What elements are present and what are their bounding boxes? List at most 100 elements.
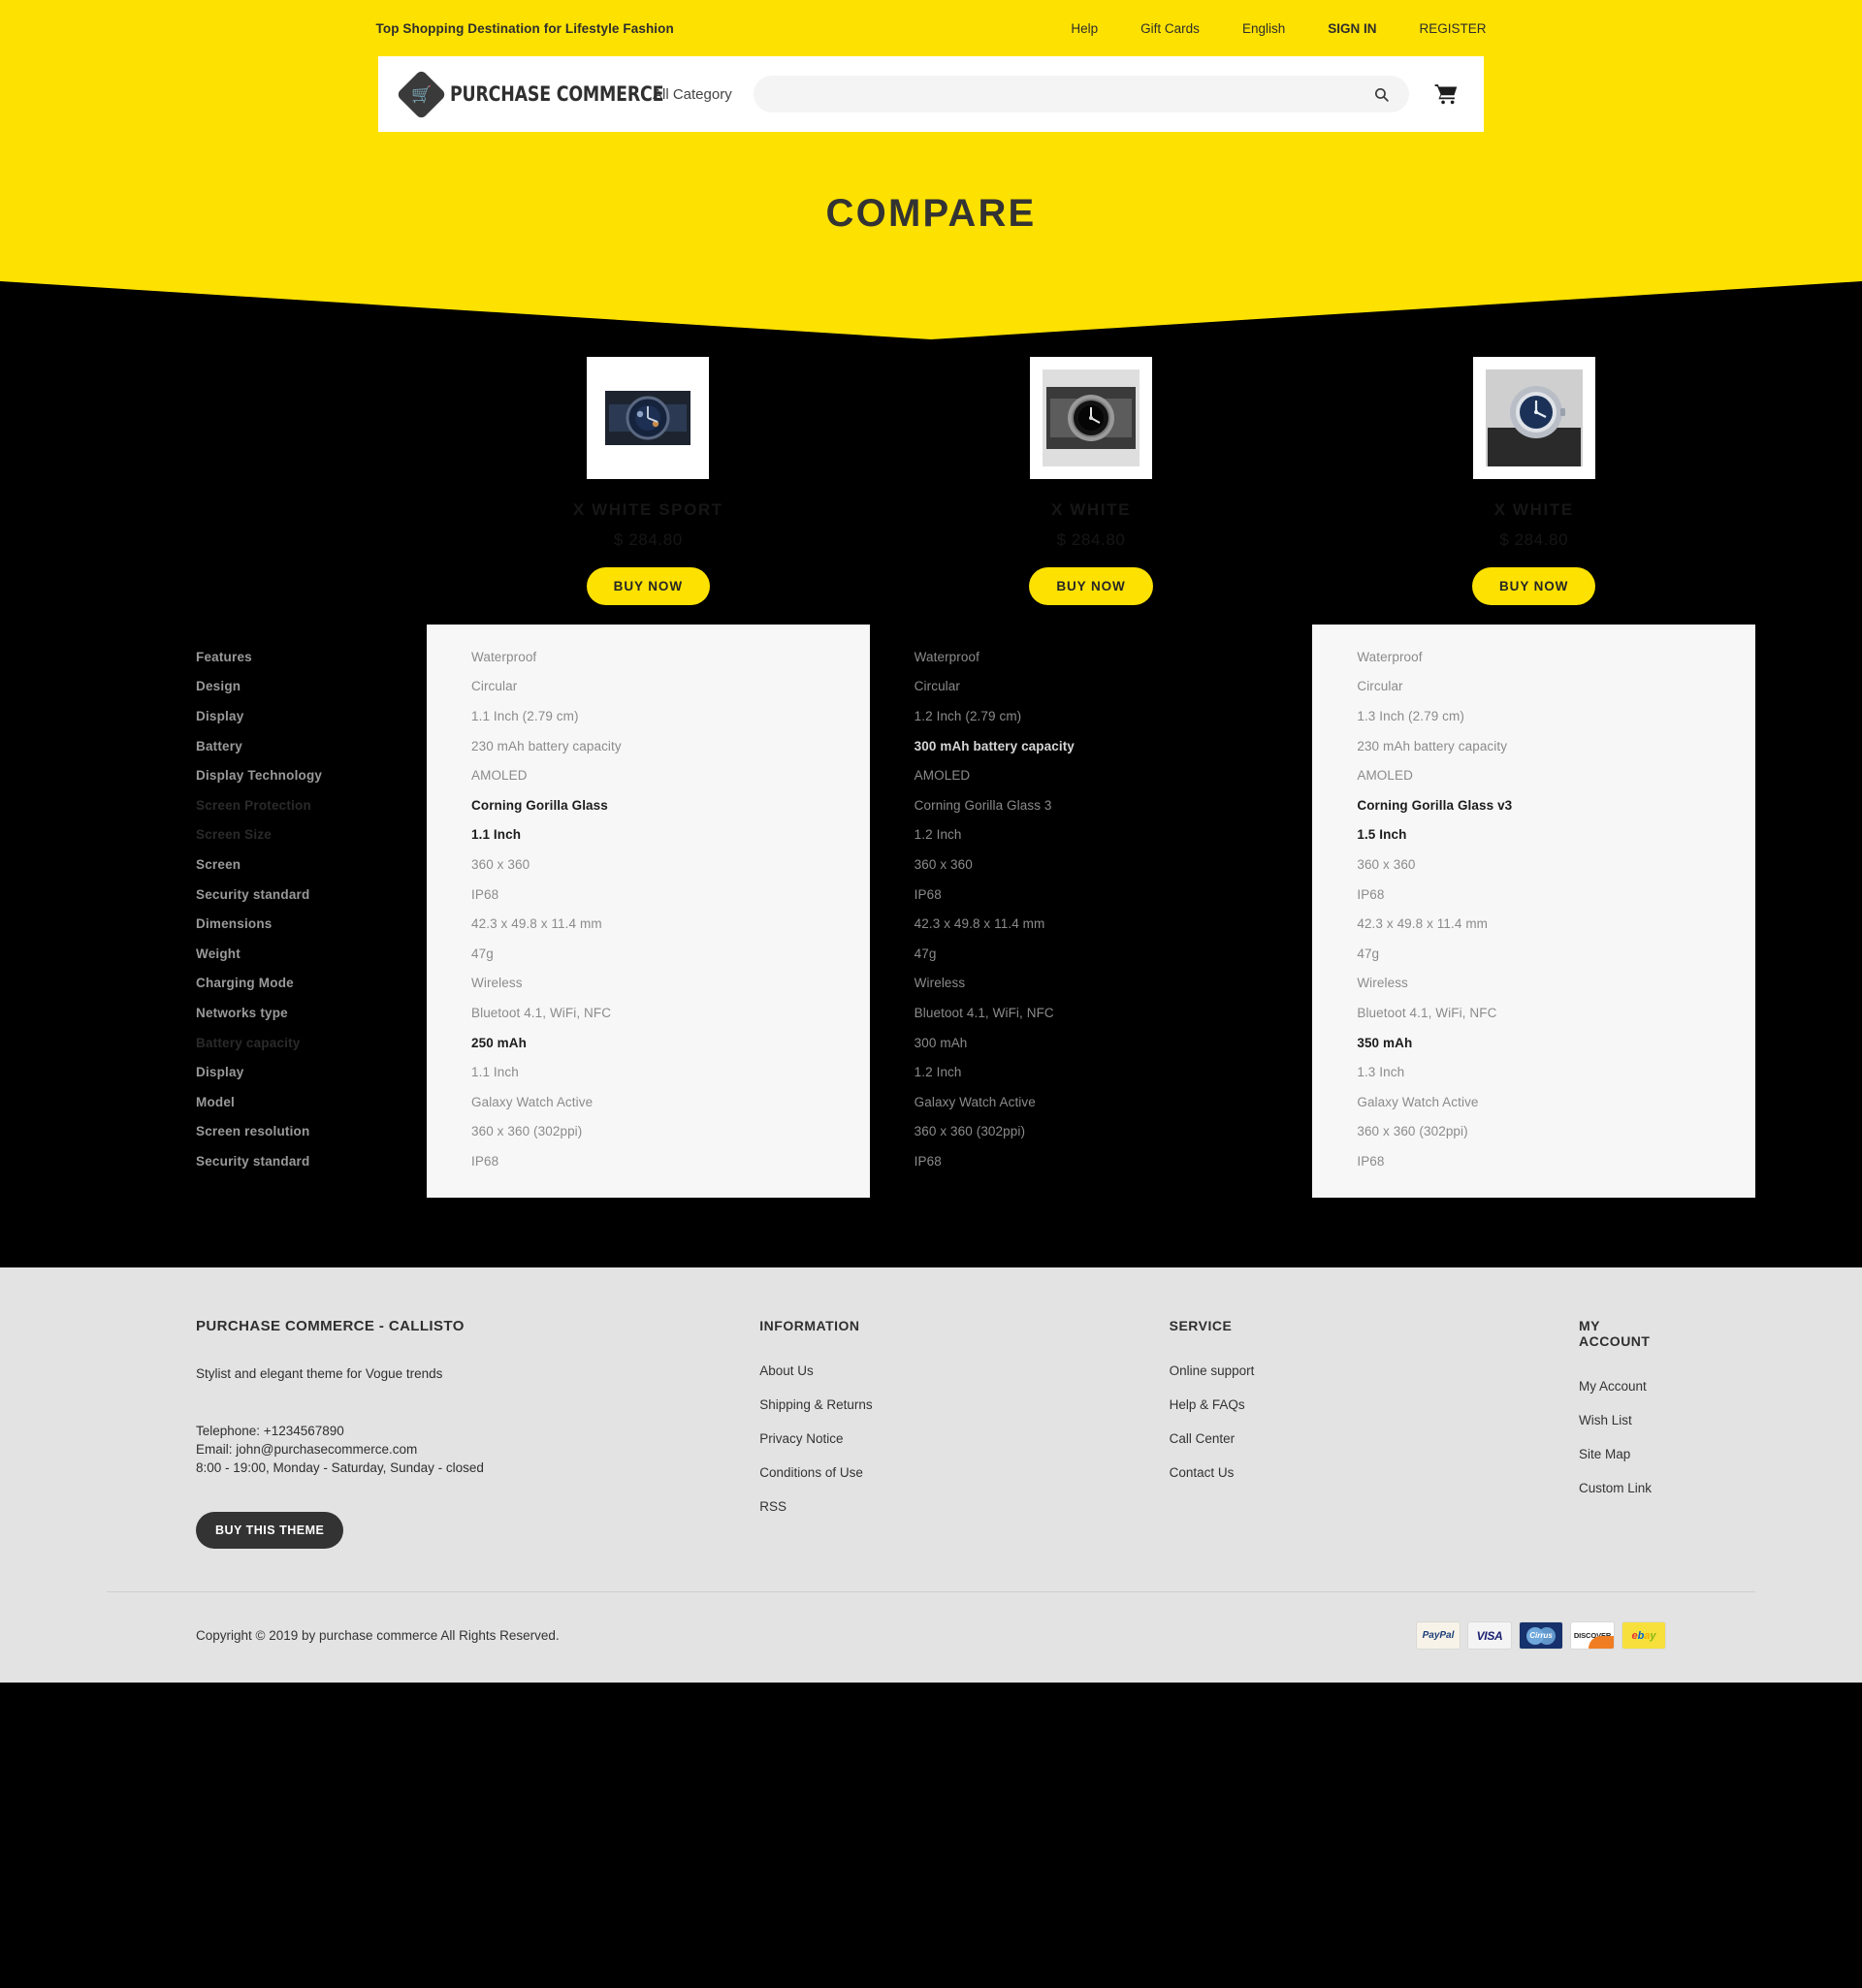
compare-section: X WHITE SPORT $ 284.80 BUY NOW X WHITE $… [0,339,1862,1267]
buy-now-button[interactable]: BUY NOW [1029,567,1153,605]
spec-value: Waterproof [914,649,979,664]
footer-brand-sub: Stylist and elegant theme for Vogue tren… [196,1365,443,1381]
spec-value: 230 mAh battery capacity [1357,738,1508,754]
spec-label: Weight [196,946,241,961]
footer-account-title: MY ACCOUNT [1578,1317,1651,1349]
spec-label: Battery [196,738,242,754]
footer-contact: Telephone: +1234567890 Email: john@purch… [196,1422,759,1477]
cirrus-icon: Cirrus [1519,1621,1563,1651]
spec-value: 300 mAh battery capacity [914,738,1075,754]
spec-value: AMOLED [471,768,528,784]
product-name[interactable]: X WHITE [1051,500,1131,520]
spec-value: IP68 [471,886,499,902]
footer-link-help-faqs[interactable]: Help & FAQs [1170,1397,1245,1412]
search-icon[interactable] [1371,86,1392,103]
spec-value: 1.5 Inch [1357,827,1407,843]
footer-link-my-account[interactable]: My Account [1579,1379,1647,1394]
spec-table: Features Design Display Battery Display Tech… [107,625,1756,1198]
spec-value: Wireless [914,976,966,991]
spec-value: 360 x 360 (302ppi) [914,1124,1026,1139]
spec-value: Waterproof [1357,649,1423,664]
spec-value: 360 x 360 [1357,856,1416,872]
category-selector[interactable]: All Category [653,86,732,103]
footer-link-online-support[interactable]: Online support [1170,1363,1255,1378]
footer-link-call-center[interactable]: Call Center [1170,1431,1236,1446]
topnav-link-gift-cards[interactable]: Gift Cards [1140,21,1200,36]
list-item: Site Map [1579,1446,1666,1463]
product-thumbnail[interactable] [587,357,710,479]
site-header: 🛒 PURCHASE COMMERCE All Category [378,56,1484,132]
spec-label-spacer [107,357,427,605]
spec-value: Corning Gorilla Glass 3 [914,797,1052,813]
spec-value: 47g [914,946,937,961]
spec-value: 1.3 Inch [1357,1065,1405,1080]
topnav-link-help[interactable]: Help [1071,21,1098,36]
footer-link-site-map[interactable]: Site Map [1579,1447,1630,1461]
spec-value: 1.1 Inch (2.79 cm) [471,708,579,723]
footer-link-privacy-notice[interactable]: Privacy Notice [759,1431,843,1446]
footer-link-contact-us[interactable]: Contact Us [1170,1465,1235,1480]
footer-link-shipping-returns[interactable]: Shipping & Returns [759,1397,872,1412]
page-title-area: COMPARE [0,132,1862,273]
logo[interactable]: 🛒 PURCHASE COMMERCE [396,68,664,120]
list-item: My Account [1579,1378,1666,1395]
page-title: COMPARE [825,192,1037,235]
topnav-link-register[interactable]: REGISTER [1419,21,1486,36]
product-name[interactable]: X WHITE SPORT [573,500,723,520]
spec-value: 1.1 Inch [471,827,522,843]
footer-telephone: Telephone: +1234567890 [196,1423,344,1438]
topnav-link-sign-in[interactable]: SIGN IN [1328,21,1376,36]
product-card: X WHITE $ 284.80 BUY NOW [870,357,1313,605]
list-item: Contact Us [1170,1464,1579,1482]
list-item: Privacy Notice [759,1430,1169,1448]
spec-value: Galaxy Watch Active [471,1094,594,1109]
list-item: Help & FAQs [1170,1396,1579,1414]
copyright: Copyright © 2019 by purchase commerce Al… [196,1628,560,1644]
spec-value-column: Waterproof Circular 1.2 Inch (2.79 cm) 300 … [869,625,1313,1198]
spec-label: Screen Size [196,827,272,843]
spec-value: Galaxy Watch Active [1357,1094,1479,1109]
product-card: X WHITE $ 284.80 BUY NOW [1312,357,1755,605]
utility-nav: Help Gift Cards English SIGN IN REGISTER [1071,21,1486,36]
topnav-link-english[interactable]: English [1242,21,1285,36]
footer-link-about-us[interactable]: About Us [759,1363,814,1378]
product-thumbnail[interactable] [1030,357,1152,479]
spec-value: IP68 [1357,886,1385,902]
spec-value: 42.3 x 49.8 x 11.4 mm [1357,916,1489,932]
spec-label: Display [196,1065,244,1080]
buy-now-button[interactable]: BUY NOW [1472,567,1596,605]
spec-label: Features [196,649,252,664]
spec-value: 1.2 Inch (2.79 cm) [914,708,1022,723]
footer-email: Email: john@purchasecommerce.com [196,1441,418,1457]
spec-value-column: Waterproof Circular 1.3 Inch (2.79 cm) 230 … [1312,625,1756,1198]
list-item: Conditions of Use [759,1464,1169,1482]
footer-information-title: INFORMATION [759,1317,860,1333]
buy-now-button[interactable]: BUY NOW [586,567,710,605]
visa-icon: VISA [1467,1621,1512,1651]
spec-label: Model [196,1094,235,1109]
hero-band: Top Shopping Destination for Lifestyle F… [0,0,1862,273]
product-price: $ 284.80 [613,530,683,549]
footer-hours: 8:00 - 19:00, Monday - Saturday, Sunday … [196,1460,484,1475]
spec-label: Design [196,679,241,694]
spec-label: Charging Mode [196,976,294,991]
product-thumbnail[interactable] [1472,357,1595,479]
footer-link-custom-link[interactable]: Custom Link [1579,1481,1652,1495]
list-item: Shipping & Returns [759,1396,1169,1414]
list-item: Online support [1170,1363,1579,1380]
cart-icon[interactable] [1434,83,1459,105]
search-bar[interactable] [753,76,1409,112]
cirrus-label: Cirrus [1529,1631,1553,1641]
search-input[interactable] [770,86,1371,102]
site-footer: PURCHASE COMMERCE - CALLISTO Stylist and… [0,1267,1862,1683]
spec-label: Security standard [196,886,310,902]
product-name[interactable]: X WHITE [1494,500,1574,520]
list-item: Call Center [1170,1430,1579,1448]
spec-value: 350 mAh [1357,1035,1413,1050]
footer-link-wish-list[interactable]: Wish List [1579,1413,1632,1427]
spec-label: Screen [196,856,241,872]
footer-link-conditions-of-use[interactable]: Conditions of Use [759,1465,863,1480]
footer-link-rss[interactable]: RSS [759,1499,787,1514]
spec-value: 1.2 Inch [914,1065,962,1080]
buy-this-theme-button[interactable]: BUY THIS THEME [196,1512,344,1550]
